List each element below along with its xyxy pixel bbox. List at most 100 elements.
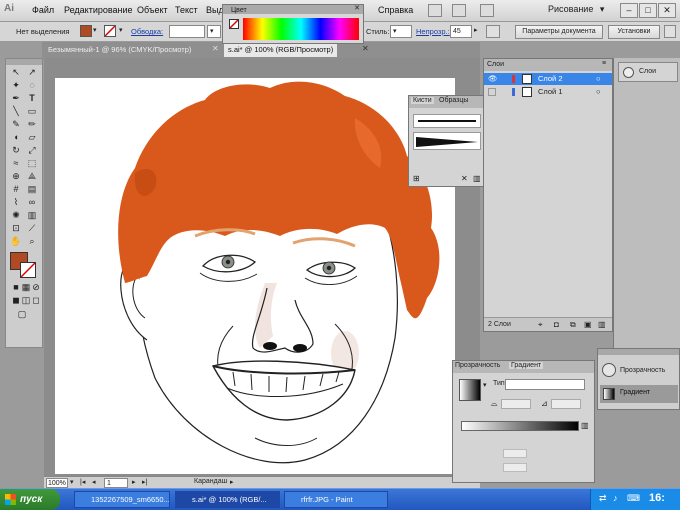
locate-object-icon[interactable]: ⌖: [538, 320, 543, 330]
none-mode-icon[interactable]: ⊘: [30, 282, 42, 293]
eraser-tool-icon[interactable]: ▱: [26, 132, 38, 143]
trash-icon[interactable]: ▥: [473, 174, 481, 183]
panel-grip[interactable]: [6, 59, 42, 65]
aspect-ratio-input[interactable]: [551, 399, 581, 409]
opacity-input[interactable]: 45: [450, 25, 472, 38]
mesh-tool-icon[interactable]: #: [10, 184, 22, 195]
page-input[interactable]: 1: [104, 478, 128, 488]
chevron-right-icon[interactable]: ▸: [230, 478, 234, 486]
tab-gradient[interactable]: Градиент: [509, 362, 544, 369]
selection-tool-icon[interactable]: ↖: [10, 67, 22, 78]
tab-untitled[interactable]: Безымянный-1 @ 96% (CMYK/Просмотр): [44, 43, 195, 57]
tab-s-ai[interactable]: s.ai* @ 100% (RGB/Просмотр): [224, 43, 338, 57]
bridge-icon[interactable]: [428, 4, 442, 17]
pen-tool-icon[interactable]: ✒: [10, 93, 22, 104]
blend-tool-icon[interactable]: ∞: [26, 197, 38, 208]
new-layer-icon[interactable]: ▣: [584, 320, 592, 329]
hand-tool-icon[interactable]: ✋: [10, 236, 22, 247]
close-icon[interactable]: ✕: [212, 44, 219, 53]
draw-inside-icon[interactable]: ◻: [30, 295, 42, 306]
style-dropdown[interactable]: ▾: [390, 25, 412, 38]
panel-grip[interactable]: [598, 349, 679, 355]
rectangle-tool-icon[interactable]: ▭: [26, 106, 38, 117]
chevron-down-icon[interactable]: ▾: [93, 26, 97, 34]
gradient-tool-icon[interactable]: ▤: [26, 184, 38, 195]
menu-help[interactable]: Справка: [378, 5, 413, 15]
chevron-down-icon[interactable]: ▾: [483, 381, 487, 389]
start-button[interactable]: пуск: [0, 489, 60, 510]
warp-tool-icon[interactable]: ≈: [10, 158, 22, 169]
gradient-slider[interactable]: [461, 421, 579, 431]
chevron-right-icon[interactable]: ▸: [474, 26, 478, 34]
perspective-tool-icon[interactable]: ⟁: [26, 171, 38, 182]
close-icon[interactable]: ✕: [354, 4, 360, 12]
doc-params-button[interactable]: Параметры документа: [515, 25, 603, 39]
menu-object[interactable]: Объект: [137, 5, 168, 15]
artboard[interactable]: [55, 78, 455, 474]
current-tool-label[interactable]: Карандаш: [194, 478, 227, 485]
eyedropper-tool-icon[interactable]: ⌇: [10, 197, 22, 208]
tab-brushes[interactable]: Кисти: [411, 97, 434, 104]
panel-header[interactable]: Цвет ✕: [223, 5, 363, 14]
chevron-down-icon[interactable]: ▾: [119, 26, 123, 34]
close-button[interactable]: ✕: [658, 3, 676, 18]
zoom-tool-icon[interactable]: ⌕: [26, 236, 38, 247]
volume-icon[interactable]: ♪: [613, 493, 618, 503]
location-field[interactable]: [503, 463, 527, 472]
task-illustrator[interactable]: s.ai* @ 100% (RGB/...: [175, 491, 280, 508]
direct-selection-tool-icon[interactable]: ↗: [26, 67, 38, 78]
stroke-weight-dropdown[interactable]: ▾: [207, 25, 221, 38]
screen-mode-icon[interactable]: ▢: [16, 309, 28, 320]
arrange-icon[interactable]: [452, 4, 466, 17]
recolor-icon[interactable]: [486, 25, 500, 38]
close-icon[interactable]: ✕: [362, 44, 369, 53]
prev-page-icon[interactable]: ◂: [92, 478, 96, 486]
first-page-icon[interactable]: |◂: [80, 478, 85, 486]
zoom-input[interactable]: 100%: [46, 478, 68, 488]
new-sublayer-icon[interactable]: ⧉: [570, 320, 576, 330]
task-paint[interactable]: rfrfr.JPG - Paint: [284, 491, 388, 508]
delete-icon[interactable]: ✕: [461, 174, 468, 183]
last-page-icon[interactable]: ▸|: [142, 478, 147, 486]
menu-file[interactable]: Файл: [32, 5, 54, 15]
brush-library-icon[interactable]: ⊞: [413, 174, 420, 183]
graph-tool-icon[interactable]: ▥: [26, 210, 38, 221]
visibility-box[interactable]: [488, 88, 496, 96]
brush-item-2[interactable]: [413, 132, 481, 150]
dock-label-transparency[interactable]: Прозрачность: [620, 367, 665, 374]
stroke-swatch[interactable]: [104, 25, 116, 37]
opacity-field[interactable]: [503, 449, 527, 458]
maximize-button[interactable]: □: [639, 3, 657, 18]
trash-icon[interactable]: ▥: [581, 421, 589, 430]
next-page-icon[interactable]: ▸: [132, 478, 136, 486]
slice-tool-icon[interactable]: ⟋: [26, 223, 38, 234]
pencil-tool-icon[interactable]: ✏: [26, 119, 38, 130]
fill-swatch[interactable]: [80, 25, 92, 37]
align-icon[interactable]: [664, 25, 676, 38]
dock-item-gradient[interactable]: Градиент: [600, 385, 678, 403]
minimize-button[interactable]: –: [620, 3, 638, 18]
magic-wand-tool-icon[interactable]: ✦: [10, 80, 22, 91]
target-icon[interactable]: ○: [596, 86, 601, 98]
opacity-label[interactable]: Непрозр.:: [416, 27, 450, 36]
gradient-preview[interactable]: [459, 379, 481, 401]
artboard-tool-icon[interactable]: ⊡: [10, 223, 22, 234]
settings-button[interactable]: Установки: [608, 25, 660, 39]
line-tool-icon[interactable]: ╲: [10, 106, 22, 117]
network-icon[interactable]: ⇄: [599, 493, 607, 504]
shape-builder-tool-icon[interactable]: ⊕: [10, 171, 22, 182]
eye-icon[interactable]: 👁: [488, 73, 498, 85]
lasso-tool-icon[interactable]: ◌: [26, 80, 38, 91]
menu-text[interactable]: Текст: [175, 5, 198, 15]
blob-brush-tool-icon[interactable]: ◖: [10, 132, 22, 143]
task-browser[interactable]: 1352267509_sm6650...: [74, 491, 170, 508]
rotate-tool-icon[interactable]: ↻: [10, 145, 22, 156]
menu-edit[interactable]: Редактирование: [64, 5, 133, 15]
stroke-color-swatch[interactable]: [20, 262, 36, 278]
target-icon[interactable]: ○: [596, 73, 601, 85]
scale-tool-icon[interactable]: ⤢: [26, 145, 38, 156]
dock-item-layers[interactable]: Слои: [618, 62, 678, 82]
none-swatch[interactable]: [229, 19, 239, 29]
clock[interactable]: 16:: [649, 492, 665, 504]
clipping-mask-icon[interactable]: ◘: [554, 320, 559, 329]
